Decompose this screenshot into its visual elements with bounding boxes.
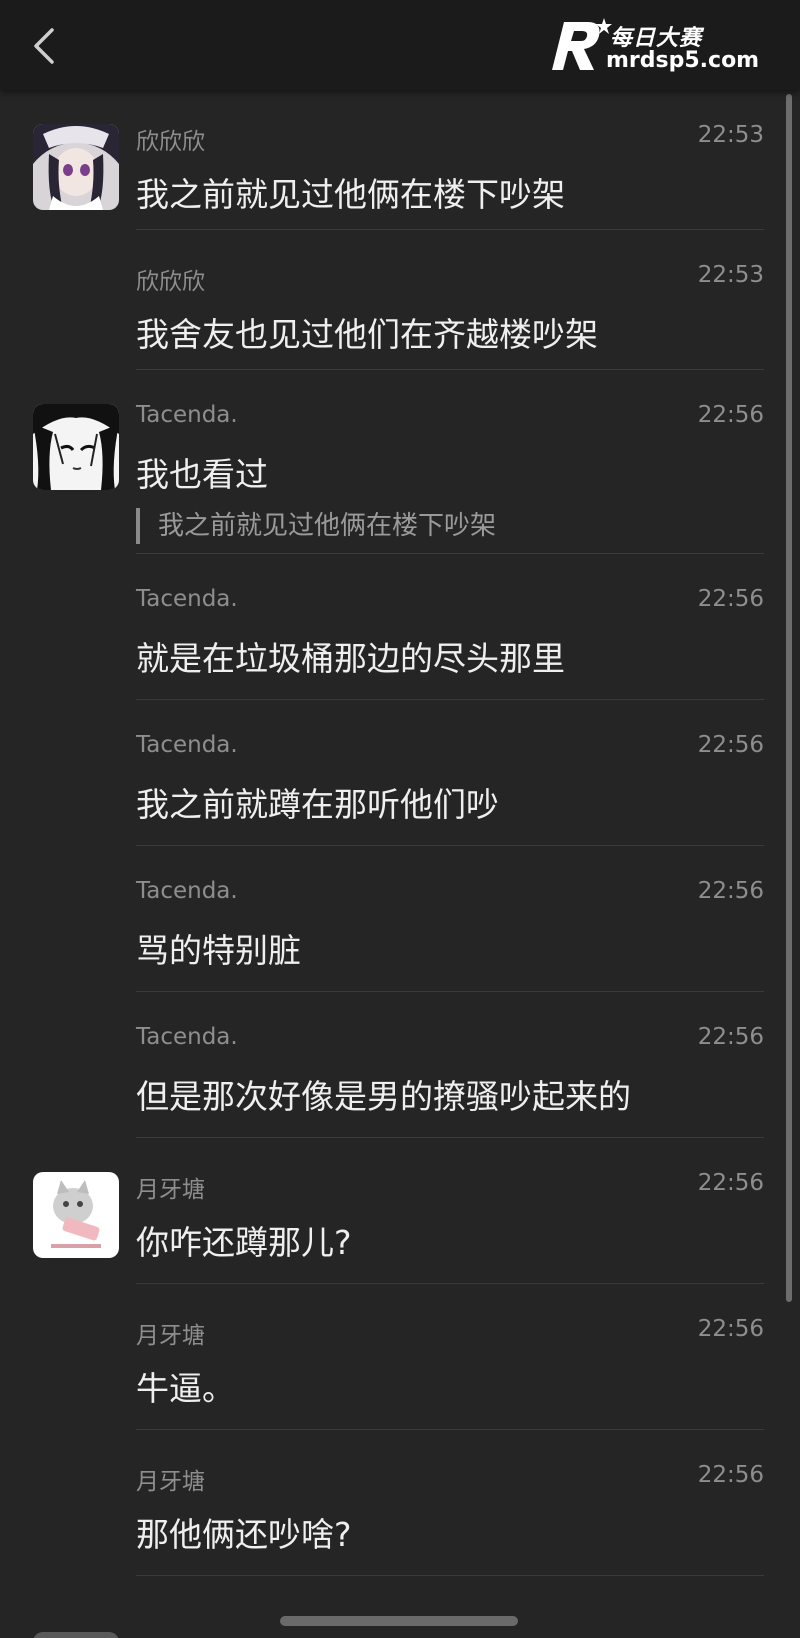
message-text: 骂的特别脏 [136, 931, 301, 970]
message-text: 我舍友也见过他们在齐越楼吵架 [136, 315, 598, 354]
sender-name: 欣欣欣 [136, 129, 205, 155]
avatar[interactable] [33, 124, 119, 210]
message-text: 牛逼。 [136, 1369, 235, 1408]
scrollbar[interactable] [786, 94, 792, 1302]
top-bar: 每日大赛 mrdsp5.com [0, 0, 800, 90]
message-time: 22:56 [697, 1462, 764, 1488]
message-time: 22:56 [697, 732, 764, 758]
sender-name: Tacenda. [136, 586, 238, 612]
message-text: 你咋还蹲那儿? [136, 1223, 352, 1262]
sender-name: 月牙塘 [136, 1177, 205, 1203]
message-time: 22:56 [697, 1316, 764, 1342]
chat-screen: 每日大赛 mrdsp5.com 欣欣欣 22:53 我之前就见过他俩在楼下吵架 … [0, 0, 800, 1638]
sender-name: Tacenda. [136, 732, 238, 758]
message-text: 那他俩还吵啥? [136, 1515, 352, 1554]
message-time: 22:53 [697, 122, 764, 148]
next-message-avatar [33, 1632, 119, 1638]
message-text: 但是那次好像是男的撩骚吵起来的 [136, 1077, 631, 1116]
sender-name: 月牙塘 [136, 1323, 205, 1349]
anime-girl-avatar-icon [33, 124, 119, 210]
avatar[interactable] [33, 1172, 119, 1258]
message-time: 22:56 [697, 1170, 764, 1196]
message-item[interactable]: Tacenda. 22:56 我之前就蹲在那听他们吵 [0, 700, 800, 846]
message-list[interactable]: 欣欣欣 22:53 我之前就见过他俩在楼下吵架 欣欣欣 22:53 我舍友也见过… [0, 90, 800, 1638]
message-text: 我之前就见过他俩在楼下吵架 [136, 175, 565, 214]
message-time: 22:56 [697, 878, 764, 904]
message-item[interactable]: 欣欣欣 22:53 我之前就见过他俩在楼下吵架 [0, 90, 800, 230]
message-time: 22:56 [697, 586, 764, 612]
message-item[interactable]: 月牙塘 22:56 那他俩还吵啥? [0, 1430, 800, 1576]
watermark-url: mrdsp5.com [606, 48, 760, 73]
sender-name: 月牙塘 [136, 1469, 205, 1495]
sender-name: Tacenda. [136, 402, 238, 428]
message-item[interactable]: 月牙塘 22:56 牛逼。 [0, 1284, 800, 1430]
message-item[interactable]: Tacenda. 22:56 我也看过 我之前就见过他俩在楼下吵架 [0, 370, 800, 554]
message-item[interactable]: Tacenda. 22:56 骂的特别脏 [0, 846, 800, 992]
message-time: 22:56 [697, 1024, 764, 1050]
avatar[interactable] [33, 404, 119, 490]
sender-name: Tacenda. [136, 1024, 238, 1050]
cat-avatar-icon [33, 1172, 119, 1258]
manga-avatar-icon [33, 404, 119, 490]
message-text: 我也看过 [136, 455, 268, 494]
message-time: 22:56 [697, 402, 764, 428]
message-time: 22:53 [697, 262, 764, 288]
message-item[interactable]: 月牙塘 22:56 你咋还蹲那儿? [0, 1138, 800, 1284]
sender-name: Tacenda. [136, 878, 238, 904]
message-item[interactable]: 欣欣欣 22:53 我舍友也见过他们在齐越楼吵架 [0, 230, 800, 370]
home-indicator[interactable] [280, 1616, 518, 1626]
back-button[interactable] [28, 22, 72, 70]
sender-name: 欣欣欣 [136, 269, 205, 295]
chevron-left-icon [34, 28, 54, 64]
message-text: 就是在垃圾桶那边的尽头那里 [136, 639, 565, 678]
divider [136, 1575, 764, 1576]
message-item[interactable]: Tacenda. 22:56 但是那次好像是男的撩骚吵起来的 [0, 992, 800, 1138]
message-item[interactable]: Tacenda. 22:56 就是在垃圾桶那边的尽头那里 [0, 554, 800, 700]
brand-logo-icon [552, 18, 612, 70]
watermark: 每日大赛 mrdsp5.com [544, 14, 774, 76]
message-text: 我之前就蹲在那听他们吵 [136, 785, 499, 824]
quoted-message[interactable]: 我之前就见过他俩在楼下吵架 [136, 508, 496, 544]
